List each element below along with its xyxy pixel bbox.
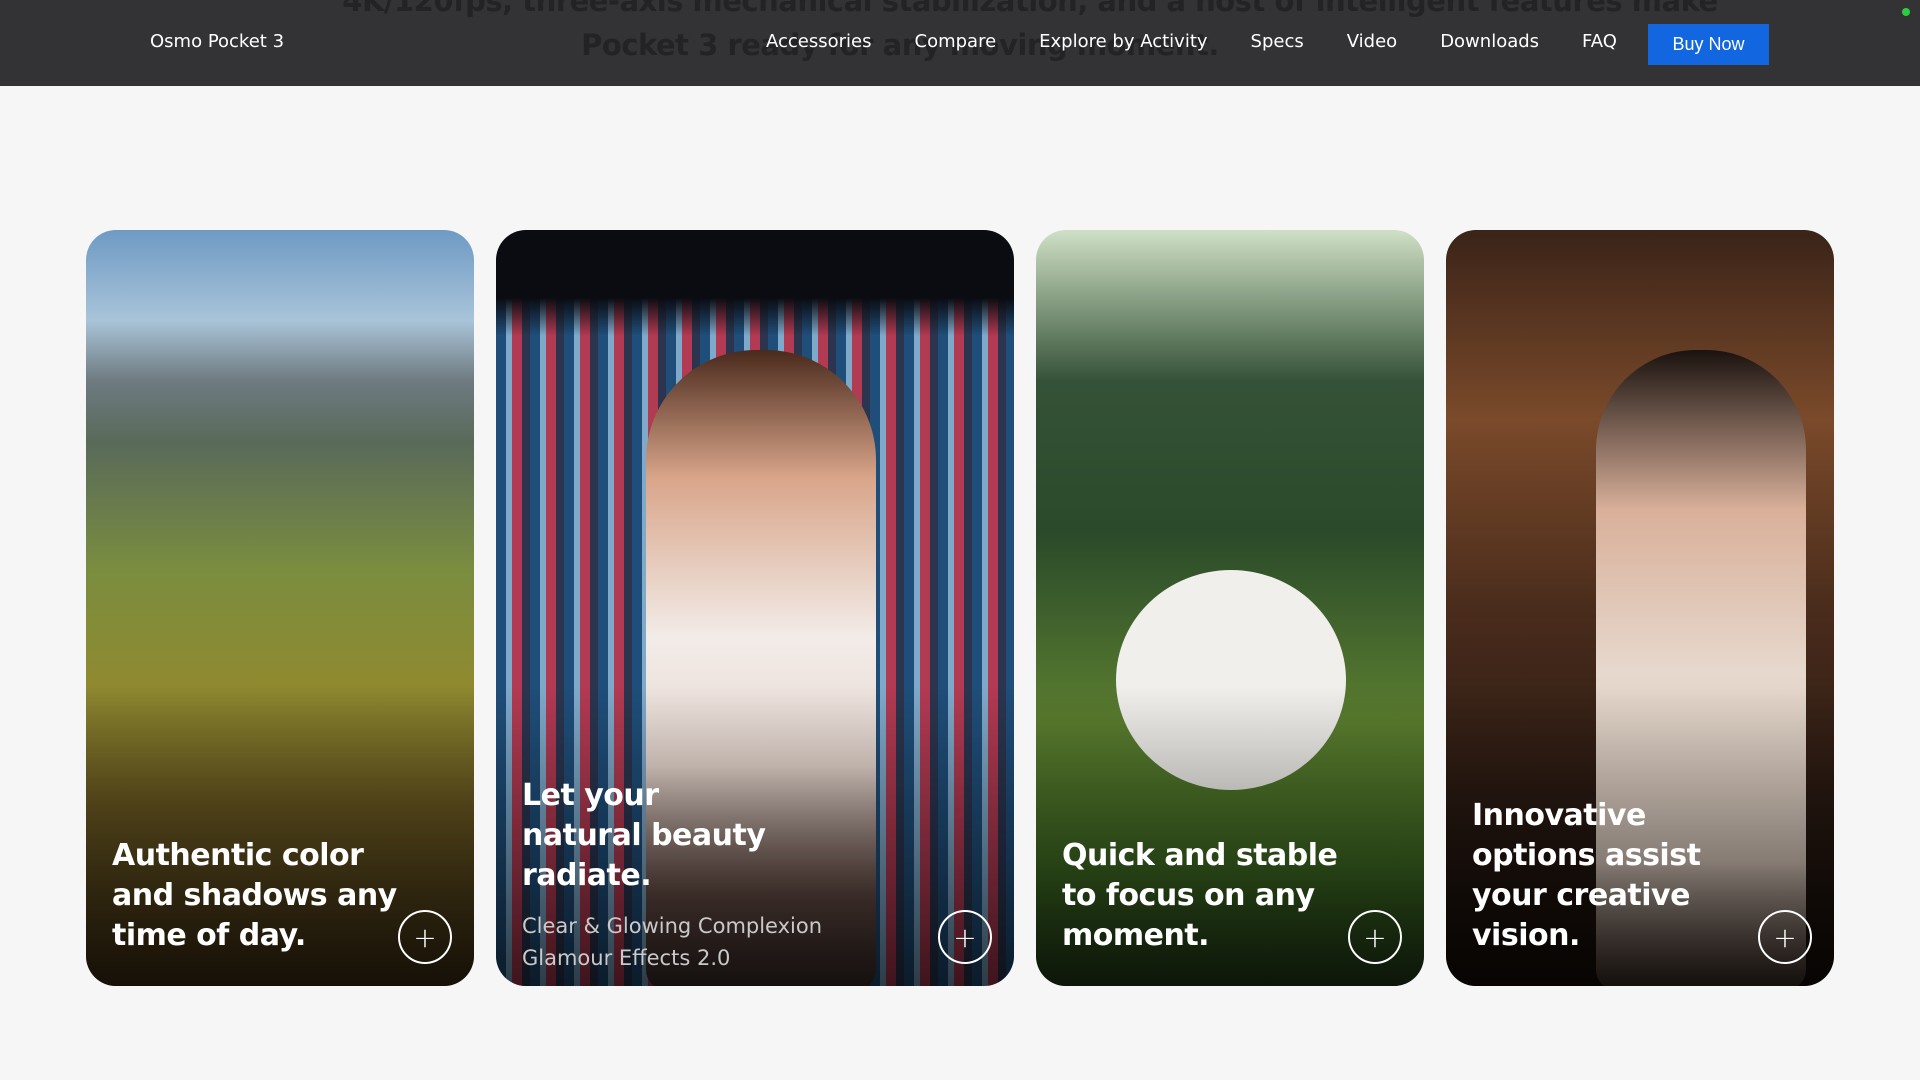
card-title: Innovative options assist your creative … [1472, 798, 1701, 953]
plus-icon[interactable]: + [1348, 910, 1402, 964]
feature-card-beauty[interactable]: Let your natural beauty radiate. Clear &… [496, 230, 1014, 986]
feature-card-focus[interactable]: Quick and stable to focus on any moment.… [1036, 230, 1424, 986]
buy-now-button[interactable]: Buy Now [1648, 24, 1769, 65]
feature-card-color[interactable]: Authentic color and shadows any time of … [86, 230, 474, 986]
nav-downloads[interactable]: Downloads [1440, 31, 1539, 52]
nav-compare[interactable]: Compare [915, 31, 997, 52]
nav-faq[interactable]: FAQ [1582, 31, 1617, 52]
card-subtitle: Glamour Effects 2.0 [522, 946, 731, 970]
feature-card-creative[interactable]: Innovative options assist your creative … [1446, 230, 1834, 986]
background-headline: 4K/120fps, three-axis mechanical stabili… [342, 0, 1718, 18]
nav-links: Accessories Compare Explore by Activity … [766, 31, 1660, 52]
top-nav: 4K/120fps, three-axis mechanical stabili… [0, 0, 1920, 86]
nav-specs[interactable]: Specs [1251, 31, 1304, 52]
card-title: Authentic color and shadows any time of … [112, 838, 397, 953]
card-title: Quick and stable to focus on any moment. [1062, 838, 1338, 953]
nav-accessories[interactable]: Accessories [766, 31, 872, 52]
brand-link[interactable]: Osmo Pocket 3 [150, 31, 284, 52]
plus-icon[interactable]: + [938, 910, 992, 964]
card-title: Let your natural beauty radiate. [522, 778, 766, 893]
plus-icon[interactable]: + [1758, 910, 1812, 964]
status-dot [1902, 8, 1910, 16]
nav-video[interactable]: Video [1347, 31, 1397, 52]
plus-icon[interactable]: + [398, 910, 452, 964]
card-subtitle: Clear & Glowing Complexion [522, 914, 823, 938]
nav-explore-by-activity[interactable]: Explore by Activity [1039, 31, 1207, 52]
